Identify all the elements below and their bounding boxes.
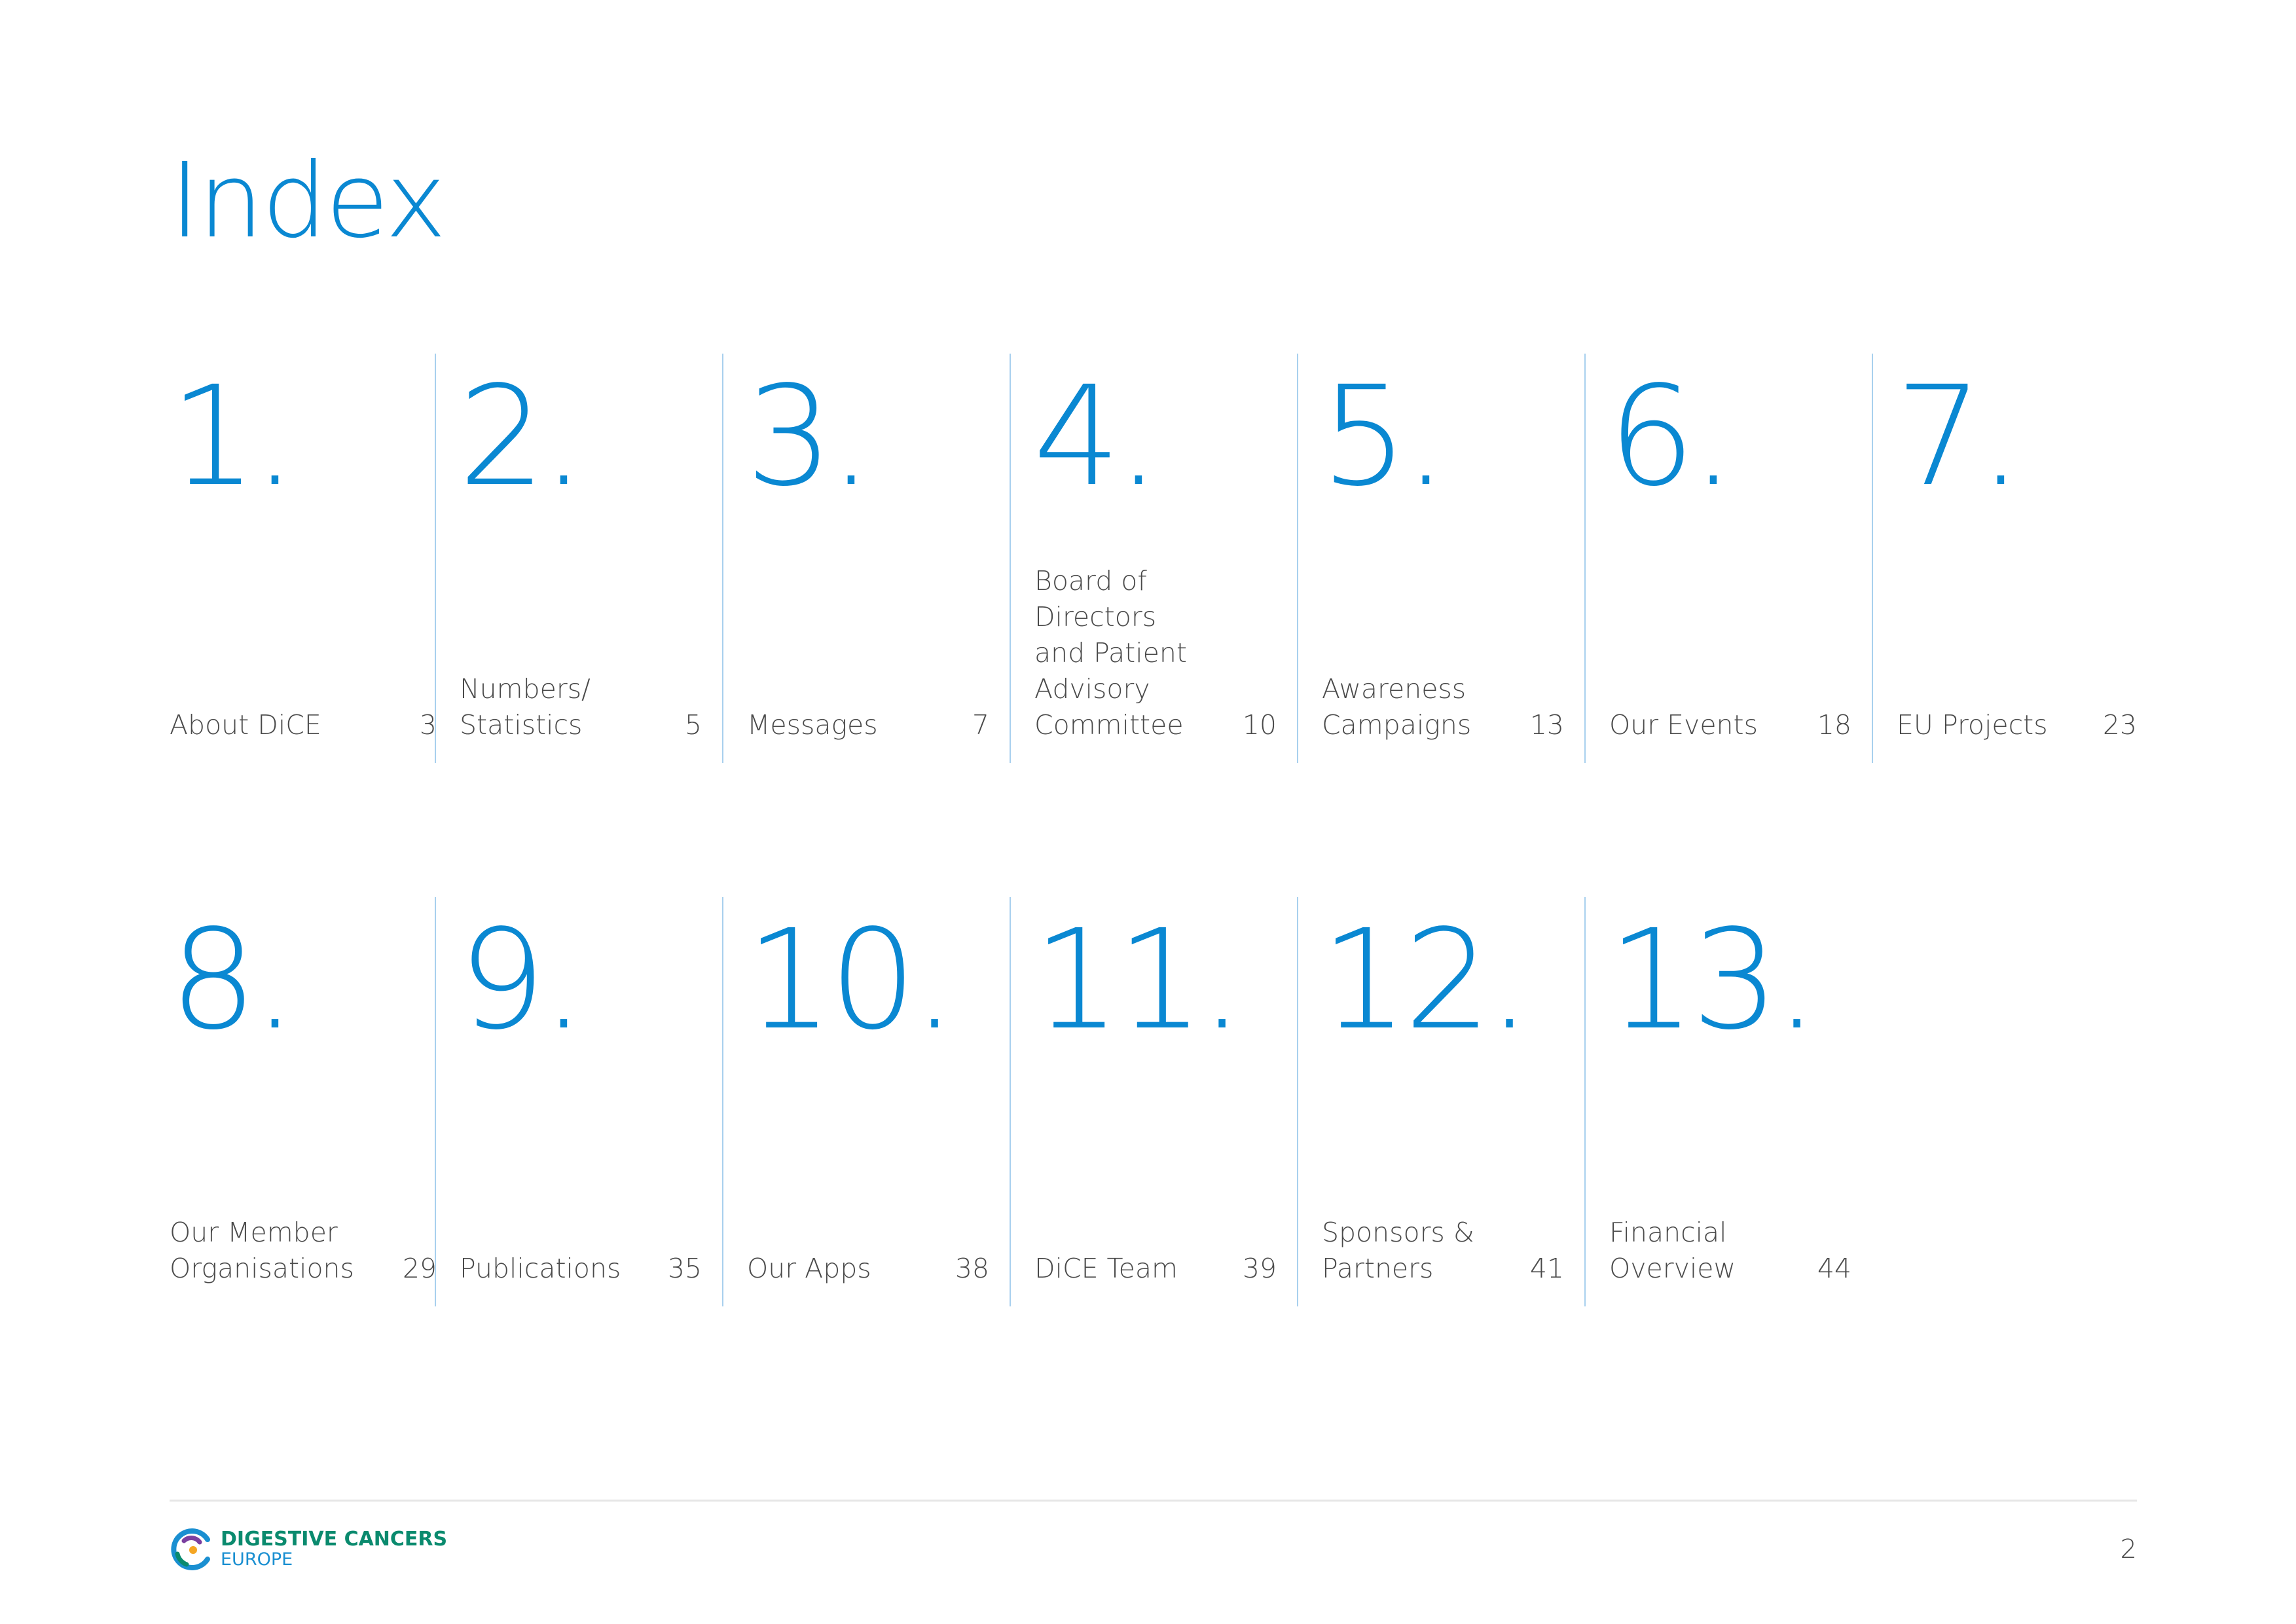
entry-number: 1. [170,356,297,517]
entry-label: Our Member Organisations [170,1217,354,1284]
index-row-2: 8. Our Member Organisations 29 9. Public… [170,897,2137,1306]
entry-page: 18 [1817,709,1851,741]
entry-label: DiCE Team [1034,1253,1178,1284]
entry-number: 3. [746,356,873,517]
organization-logo[interactable]: DIGESTIVE CANCERS EUROPE [170,1526,447,1573]
logo-text-line1: DIGESTIVE CANCERS [221,1528,448,1551]
entry-label: Numbers/ Statistics [460,673,591,741]
entry-label: Board of Directors and Patient Advisory … [1034,565,1187,741]
entry-page: 35 [667,1253,702,1284]
entry-number: 4. [1033,356,1160,517]
entry-page: 44 [1817,1253,1851,1284]
page-number: 2 [2120,1534,2137,1564]
entry-label: Awareness Campaigns [1322,673,1472,741]
entry-number: 5. [1321,356,1448,517]
entry-label: Financial Overview [1609,1217,1736,1284]
entry-number: 6. [1608,356,1735,517]
index-entry[interactable]: 13. Financial Overview 44 [1584,897,1872,1306]
entry-number: 8. [170,900,297,1060]
entry-number: 12. [1321,900,1531,1060]
entry-page: 5 [684,709,702,741]
footer-divider [170,1500,2137,1502]
entry-page: 10 [1242,709,1277,741]
entry-page: 13 [1529,709,1564,741]
entry-page: 41 [1529,1253,1564,1284]
index-entry[interactable]: 4. Board of Directors and Patient Adviso… [1010,354,1298,763]
page-title: Index [170,141,446,261]
entry-label: Our Apps [747,1253,871,1284]
entry-label: EU Projects [1897,709,2048,741]
entry-label: Publications [460,1253,621,1284]
entry-number: 13. [1608,900,1819,1060]
index-row-1: 1. About DiCE 3 2. Numbers/ Statistics 5… [170,354,2137,763]
entry-label: Sponsors & Partners [1322,1217,1474,1284]
index-entry[interactable]: 7. EU Projects 23 [1872,354,2137,763]
index-entry[interactable]: 3. Messages 7 [722,354,1010,763]
entry-number: 7. [1895,356,2022,517]
entry-label: Messages [747,709,878,741]
entry-page: 39 [1242,1253,1277,1284]
index-entry[interactable]: 9. Publications 35 [435,897,723,1306]
entry-number: 9. [458,900,585,1060]
index-entry[interactable]: 8. Our Member Organisations 29 [170,897,458,1306]
entry-number: 2. [458,356,585,517]
index-entry[interactable]: 10. Our Apps 38 [722,897,1010,1306]
index-entry[interactable]: 12. Sponsors & Partners 41 [1297,897,1585,1306]
index-entry[interactable]: 6. Our Events 18 [1584,354,1872,763]
index-entry[interactable]: 1. About DiCE 3 [170,354,458,763]
entry-page: 38 [955,1253,989,1284]
entry-page: 23 [2102,709,2137,741]
entry-number: 11. [1033,900,1244,1060]
entry-label: About DiCE [170,709,321,741]
logo-icon [171,1528,210,1570]
index-entry[interactable]: 2. Numbers/ Statistics 5 [435,354,723,763]
entry-label: Our Events [1609,709,1758,741]
index-entry[interactable]: 11. DiCE Team 39 [1010,897,1298,1306]
logo-text-line2: EUROPE [221,1549,293,1570]
entry-page: 29 [402,1253,437,1284]
entry-page: 7 [972,709,989,741]
entry-number: 10. [746,900,957,1060]
index-entry[interactable]: 5. Awareness Campaigns 13 [1297,354,1585,763]
